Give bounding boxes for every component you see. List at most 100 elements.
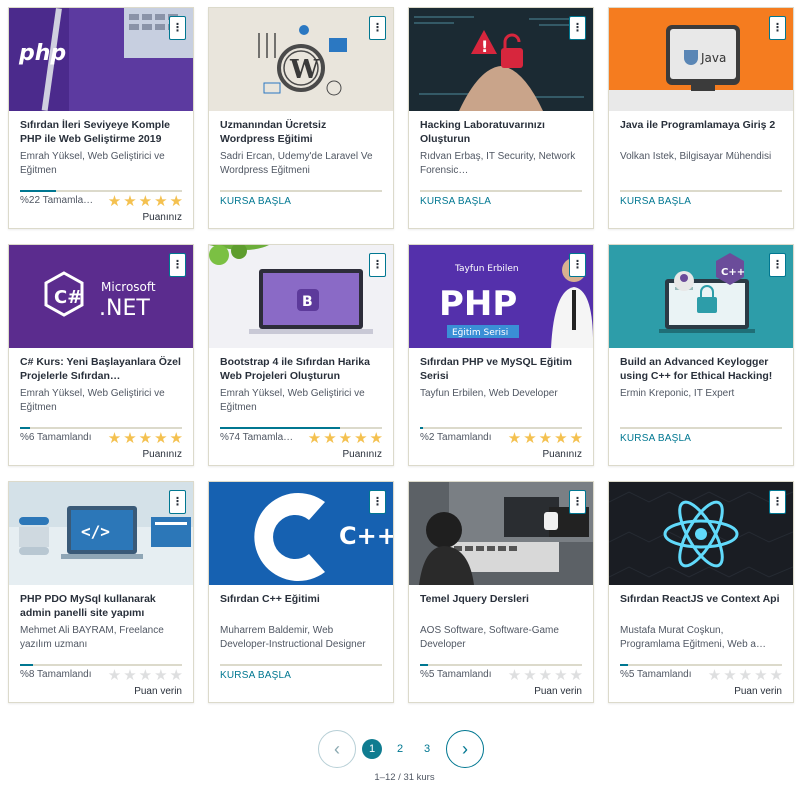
course-thumbnail[interactable]: </> xyxy=(9,482,193,585)
rating-label[interactable]: Puan verin xyxy=(734,686,782,697)
star-icon[interactable]: ★ xyxy=(108,431,121,446)
star-icon[interactable]: ★ xyxy=(154,194,167,209)
star-icon[interactable]: ★ xyxy=(523,668,536,683)
star-icon[interactable]: ★ xyxy=(123,194,136,209)
star-icon[interactable]: ★ xyxy=(139,668,152,683)
star-icon[interactable]: ★ xyxy=(154,431,167,446)
course-title[interactable]: PHP PDO MySql kullanarak admin panelli s… xyxy=(20,592,183,620)
course-card[interactable]: php ⋮ Sıfırdan İleri Seviyeye Komple PHP … xyxy=(8,7,194,229)
more-options-button[interactable]: ⋮ xyxy=(769,16,786,40)
star-icon[interactable]: ★ xyxy=(508,668,521,683)
start-course-link[interactable]: KURSA BAŞLA xyxy=(220,670,291,681)
course-title[interactable]: Sıfırdan C++ Eğitimi xyxy=(220,592,383,620)
star-rating[interactable]: ★ ★ ★ ★ ★ xyxy=(108,431,183,446)
star-icon[interactable]: ★ xyxy=(739,668,752,683)
course-card[interactable]: C++ ⋮ Sıfırdan C++ Eğitimi Muharrem Balde… xyxy=(208,481,394,703)
course-thumbnail[interactable]: Java xyxy=(609,8,793,111)
more-options-button[interactable]: ⋮ xyxy=(169,253,186,277)
course-thumbnail[interactable]: Tayfun Erbilen PHP Eğitim Serisi xyxy=(409,245,593,348)
start-course-link[interactable]: KURSA BAŞLA xyxy=(420,196,491,207)
star-icon[interactable]: ★ xyxy=(339,431,352,446)
start-course-link[interactable]: KURSA BAŞLA xyxy=(220,196,291,207)
more-options-button[interactable]: ⋮ xyxy=(169,16,186,40)
course-title[interactable]: Hacking Laboratuvarınızı Oluşturun xyxy=(420,118,583,146)
star-icon[interactable]: ★ xyxy=(139,194,152,209)
previous-page-button[interactable]: ‹ xyxy=(318,730,356,768)
more-options-button[interactable]: ⋮ xyxy=(569,253,586,277)
star-icon[interactable]: ★ xyxy=(170,668,183,683)
course-thumbnail[interactable]: ! xyxy=(409,8,593,111)
more-options-button[interactable]: ⋮ xyxy=(769,490,786,514)
more-options-button[interactable]: ⋮ xyxy=(769,253,786,277)
course-card[interactable]: ⋮ Sıfırdan ReactJS ve Context Api Mustaf… xyxy=(608,481,794,703)
more-options-button[interactable]: ⋮ xyxy=(569,490,586,514)
star-icon[interactable]: ★ xyxy=(770,668,783,683)
star-icon[interactable]: ★ xyxy=(539,431,552,446)
course-card[interactable]: B ⋮ Bootstrap 4 ile Sıfırdan Harika Web P… xyxy=(208,244,394,466)
course-thumbnail[interactable]: C++ xyxy=(209,482,393,585)
course-card[interactable]: ! ⋮ Hacking Laboratuvarınızı Oluşturun Rı… xyxy=(408,7,594,229)
star-icon[interactable]: ★ xyxy=(523,431,536,446)
star-icon[interactable]: ★ xyxy=(723,668,736,683)
next-page-button[interactable]: › xyxy=(446,730,484,768)
star-rating[interactable]: ★ ★ ★ ★ ★ xyxy=(108,194,183,209)
course-thumbnail[interactable]: C# Microsoft .NET xyxy=(9,245,193,348)
star-icon[interactable]: ★ xyxy=(154,668,167,683)
more-options-button[interactable]: ⋮ xyxy=(569,16,586,40)
star-icon[interactable]: ★ xyxy=(570,668,583,683)
star-icon[interactable]: ★ xyxy=(554,431,567,446)
start-course-link[interactable]: KURSA BAŞLA xyxy=(620,433,691,444)
more-options-button[interactable]: ⋮ xyxy=(369,490,386,514)
course-title[interactable]: Uzmanından Ücretsiz Wordpress Eğitimi xyxy=(220,118,383,146)
rating-label[interactable]: Puanınız xyxy=(143,449,182,460)
star-icon[interactable]: ★ xyxy=(708,668,721,683)
rating-label[interactable]: Puan verin xyxy=(534,686,582,697)
course-thumbnail[interactable]: B xyxy=(209,245,393,348)
course-thumbnail[interactable] xyxy=(409,482,593,585)
course-title[interactable]: Sıfırdan ReactJS ve Context Api xyxy=(620,592,783,620)
course-title[interactable]: C# Kurs: Yeni Başlayanlara Özel Projeler… xyxy=(20,355,183,383)
more-options-button[interactable]: ⋮ xyxy=(369,253,386,277)
course-card[interactable]: W ⋮ Uzmanından Ücretsiz Wordpress Eğitimi… xyxy=(208,7,394,229)
star-icon[interactable]: ★ xyxy=(370,431,383,446)
star-icon[interactable]: ★ xyxy=(570,431,583,446)
star-icon[interactable]: ★ xyxy=(508,431,521,446)
course-title[interactable]: Build an Advanced Keylogger using C++ fo… xyxy=(620,355,783,383)
star-icon[interactable]: ★ xyxy=(754,668,767,683)
course-card[interactable]: C++ ⋮ Build an Advanced Keylogger using C… xyxy=(608,244,794,466)
rating-label[interactable]: Puanınız xyxy=(343,449,382,460)
star-icon[interactable]: ★ xyxy=(554,668,567,683)
start-course-link[interactable]: KURSA BAŞLA xyxy=(620,196,691,207)
star-icon[interactable]: ★ xyxy=(354,431,367,446)
more-options-button[interactable]: ⋮ xyxy=(169,490,186,514)
course-card[interactable]: </> ⋮ PHP PDO MySql kullanarak admin pane… xyxy=(8,481,194,703)
course-title[interactable]: Temel Jquery Dersleri xyxy=(420,592,583,620)
star-icon[interactable]: ★ xyxy=(170,431,183,446)
page-1-button[interactable]: 1 xyxy=(362,739,382,759)
star-rating[interactable]: ★ ★ ★ ★ ★ xyxy=(308,431,383,446)
course-title[interactable]: Bootstrap 4 ile Sıfırdan Harika Web Proj… xyxy=(220,355,383,383)
star-icon[interactable]: ★ xyxy=(323,431,336,446)
more-options-button[interactable]: ⋮ xyxy=(369,16,386,40)
page-2-button[interactable]: 2 xyxy=(390,739,410,759)
course-title[interactable]: Java ile Programlamaya Giriş 2 xyxy=(620,118,783,146)
course-card[interactable]: C# Microsoft .NET ⋮ C# Kurs: Yeni Başlayanl… xyxy=(8,244,194,466)
star-icon[interactable]: ★ xyxy=(123,668,136,683)
star-icon[interactable]: ★ xyxy=(170,194,183,209)
star-rating[interactable]: ★ ★ ★ ★ ★ xyxy=(508,431,583,446)
star-icon[interactable]: ★ xyxy=(123,431,136,446)
star-rating[interactable]: ★ ★ ★ ★ ★ xyxy=(708,668,783,683)
star-icon[interactable]: ★ xyxy=(308,431,321,446)
course-thumbnail[interactable]: W xyxy=(209,8,393,111)
star-rating[interactable]: ★ ★ ★ ★ ★ xyxy=(108,668,183,683)
rating-label[interactable]: Puanınız xyxy=(543,449,582,460)
course-thumbnail[interactable]: C++ xyxy=(609,245,793,348)
course-title[interactable]: Sıfırdan İleri Seviyeye Komple PHP ile W… xyxy=(20,118,183,146)
course-thumbnail[interactable]: php xyxy=(9,8,193,111)
star-icon[interactable]: ★ xyxy=(139,431,152,446)
course-title[interactable]: Sıfırdan PHP ve MySQL Eğitim Serisi xyxy=(420,355,583,383)
course-card[interactable]: Java ⋮ Java ile Programlamaya Giriş 2 Vol… xyxy=(608,7,794,229)
page-3-button[interactable]: 3 xyxy=(417,739,437,759)
star-icon[interactable]: ★ xyxy=(108,194,121,209)
course-card[interactable]: Tayfun Erbilen PHP Eğitim Serisi ⋮ Sıfırdan… xyxy=(408,244,594,466)
